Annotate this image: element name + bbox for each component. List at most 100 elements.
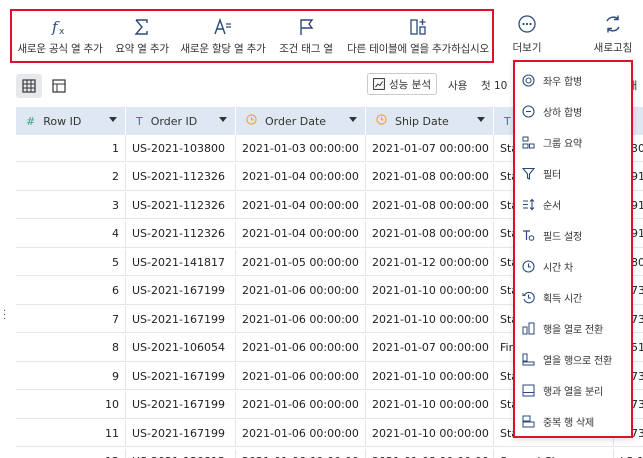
merge-tb-icon [521, 104, 535, 118]
menu-item-filter[interactable]: 필터 [515, 159, 631, 187]
cell-ship-date[interactable]: 2021-01-08 00:00:00 [366, 192, 494, 218]
cell-row-id[interactable]: 6 [16, 277, 126, 304]
cell-customer[interactable]: LS-172 [614, 449, 643, 458]
cell-order-id[interactable]: US-2021-112326 [126, 163, 236, 190]
cell-order-id[interactable]: US-2021-141817 [126, 249, 236, 275]
cell-order-date[interactable]: 2021-01-04 00:00:00 [236, 220, 366, 247]
menu-item-merge-left-right[interactable]: 좌우 합병 [515, 66, 631, 94]
cell-row-id[interactable]: 4 [16, 220, 126, 247]
cell-order-date[interactable]: 2021-01-06 00:00:00 [236, 334, 366, 361]
cell-order-date[interactable]: 2021-01-05 00:00:00 [236, 249, 366, 275]
cell-order-date[interactable]: 2021-01-04 00:00:00 [236, 192, 366, 218]
sort-arrow-icon[interactable] [219, 117, 227, 122]
more-button[interactable]: 더보기 [503, 14, 551, 55]
menu-item-field-settings[interactable]: 필드 설정 [515, 221, 631, 249]
menu-item-column-to-row[interactable]: 열을 행으로 전환 [515, 345, 631, 373]
resize-handle[interactable]: · · · [3, 307, 6, 325]
refresh-button[interactable]: 새로고침 [585, 14, 641, 55]
grid-view-button[interactable] [16, 74, 42, 98]
menu-item-sort[interactable]: 순서 [515, 190, 631, 218]
cell-order-date[interactable]: 2021-01-06 00:00:00 [236, 306, 366, 332]
toolbar-label: 요약 열 추가 [115, 43, 169, 55]
cell-row-id[interactable]: 2 [16, 163, 126, 190]
column-header-order-date[interactable]: Order Date [236, 107, 366, 135]
performance-analysis-button[interactable]: 성능 분석 [367, 73, 437, 95]
column-header-label: Row ID [43, 114, 82, 128]
cell-order-id[interactable]: US-2021-112326 [126, 192, 236, 218]
cell-order-id[interactable]: US-2021-112326 [126, 220, 236, 247]
cell-order-date[interactable]: 2021-01-06 00:00:00 [236, 448, 366, 458]
cell-order-id[interactable]: US-2021-130813 [126, 448, 236, 458]
cell-order-id[interactable]: US-2021-167199 [126, 420, 236, 446]
cell-order-id[interactable]: US-2021-167199 [126, 391, 236, 418]
group-summary-icon [521, 135, 535, 149]
layout-view-button[interactable] [46, 74, 72, 98]
column-header-label: Order ID [150, 114, 198, 128]
cell-row-id[interactable]: 3 [16, 192, 126, 218]
toolbar-label: 새로운 할당 열 추가 [180, 43, 266, 55]
cell-order-date[interactable]: 2021-01-03 00:00:00 [236, 135, 366, 161]
cell-row-id[interactable]: 7 [16, 306, 126, 332]
assign-icon [213, 11, 233, 37]
sigma-icon [132, 11, 152, 37]
menu-item-get-time[interactable]: 획득 시간 [515, 283, 631, 311]
table-row[interactable]: 12US-2021-1308132021-01-06 00:00:002021-… [16, 448, 643, 458]
menu-item-label: 행을 열로 전환 [543, 324, 603, 336]
cell-row-id[interactable]: 8 [16, 334, 126, 361]
cell-ship-date[interactable]: 2021-01-07 00:00:00 [366, 334, 494, 361]
cell-order-date[interactable]: 2021-01-06 00:00:00 [236, 363, 366, 389]
cell-row-id[interactable]: 1 [16, 135, 126, 161]
column-header-ship-date[interactable]: Ship Date [366, 107, 494, 135]
cell-ship-date[interactable]: 2021-01-08 00:00:00 [366, 220, 494, 247]
menu-item-label: 필터 [543, 169, 561, 181]
toolbar-label: 새로운 공식 열 추가 [17, 43, 103, 55]
sort-arrow-icon[interactable] [109, 117, 117, 122]
condition-tag-column-button[interactable]: 조건 태그 열 [273, 11, 339, 61]
cell-order-id[interactable]: US-2021-167199 [126, 306, 236, 332]
cell-ship-date[interactable]: 2021-01-10 00:00:00 [366, 277, 494, 304]
cell-order-date[interactable]: 2021-01-06 00:00:00 [236, 277, 366, 304]
column-header-row-id[interactable]: # Row ID [16, 107, 126, 135]
column-header-order-id[interactable]: T Order ID [126, 107, 236, 135]
menu-item-label: 시간 차 [543, 262, 573, 274]
cell-order-id[interactable]: US-2021-103800 [126, 135, 236, 161]
cell-ship-date[interactable]: 2021-01-08 00:00:00 [366, 448, 494, 458]
cell-ship-date[interactable]: 2021-01-10 00:00:00 [366, 391, 494, 418]
cell-ship-date[interactable]: 2021-01-10 00:00:00 [366, 363, 494, 389]
add-column-from-other-table-button[interactable]: 다른 테이블에 열을 추가하십시오 [343, 11, 493, 61]
cell-ship-date[interactable]: 2021-01-10 00:00:00 [366, 420, 494, 446]
cell-ship-date[interactable]: 2021-01-07 00:00:00 [366, 135, 494, 161]
menu-item-split-rows-columns[interactable]: 행과 열을 분리 [515, 376, 631, 404]
menu-item-label: 순서 [543, 200, 561, 212]
chart-icon [373, 78, 385, 90]
add-summary-column-button[interactable]: 요약 열 추가 [111, 11, 173, 61]
menu-item-time-difference[interactable]: 시간 차 [515, 252, 631, 280]
cell-order-date[interactable]: 2021-01-06 00:00:00 [236, 420, 366, 446]
cell-row-id[interactable]: 11 [16, 420, 126, 446]
get-time-icon [521, 290, 535, 304]
cell-row-id[interactable]: 9 [16, 363, 126, 389]
cell-order-id[interactable]: US-2021-106054 [126, 334, 236, 361]
cell-row-id[interactable]: 5 [16, 249, 126, 275]
sort-arrow-icon[interactable] [349, 117, 357, 122]
menu-item-delete-duplicates[interactable]: 중복 행 삭제 [515, 407, 631, 435]
cell-order-id[interactable]: US-2021-167199 [126, 363, 236, 389]
sort-arrow-icon[interactable] [477, 117, 485, 122]
cell-row-id[interactable]: 10 [16, 391, 126, 418]
cell-order-date[interactable]: 2021-01-04 00:00:00 [236, 163, 366, 190]
add-formula-column-button[interactable]: fx 새로운 공식 열 추가 [14, 11, 106, 61]
formula-icon: fx [50, 11, 70, 37]
cell-order-date[interactable]: 2021-01-06 00:00:00 [236, 391, 366, 418]
cell-ship-date[interactable]: 2021-01-12 00:00:00 [366, 249, 494, 275]
cell-row-id[interactable]: 12 [16, 448, 126, 458]
cell-ship-mode[interactable]: Second Class [494, 448, 614, 458]
menu-item-row-to-column[interactable]: 행을 열로 전환 [515, 314, 631, 342]
menu-item-label: 필드 설정 [543, 231, 582, 243]
add-assign-column-button[interactable]: 새로운 할당 열 추가 [177, 11, 269, 61]
menu-item-merge-top-bottom[interactable]: 상하 합병 [515, 97, 631, 125]
menu-item-label: 획득 시간 [543, 293, 582, 305]
menu-item-group-summary[interactable]: 그룹 요약 [515, 128, 631, 156]
cell-order-id[interactable]: US-2021-167199 [126, 277, 236, 304]
cell-ship-date[interactable]: 2021-01-08 00:00:00 [366, 163, 494, 190]
cell-ship-date[interactable]: 2021-01-10 00:00:00 [366, 306, 494, 332]
